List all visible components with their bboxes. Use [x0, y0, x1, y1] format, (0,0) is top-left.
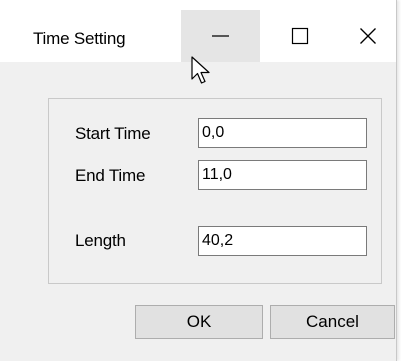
window-title: Time Setting [33, 29, 126, 48]
time-setting-dialog: Time Setting Start Time End Tim [0, 0, 397, 361]
length-label: Length [75, 231, 126, 250]
close-icon [360, 28, 376, 44]
maximize-button[interactable] [260, 10, 339, 62]
close-button[interactable] [339, 10, 397, 62]
start-time-input[interactable] [198, 118, 367, 148]
start-time-label: Start Time [75, 124, 151, 143]
minimize-button[interactable] [181, 10, 260, 62]
end-time-label: End Time [75, 166, 146, 185]
end-time-input[interactable] [198, 160, 367, 190]
minimize-icon [211, 35, 229, 37]
ok-button[interactable]: OK [135, 305, 263, 339]
title-bar[interactable]: Time Setting [0, 0, 396, 62]
maximize-icon [291, 27, 308, 45]
length-input[interactable] [198, 226, 367, 256]
screen: Time Setting Start Time End Tim [0, 0, 401, 361]
cancel-button[interactable]: Cancel [270, 305, 395, 339]
